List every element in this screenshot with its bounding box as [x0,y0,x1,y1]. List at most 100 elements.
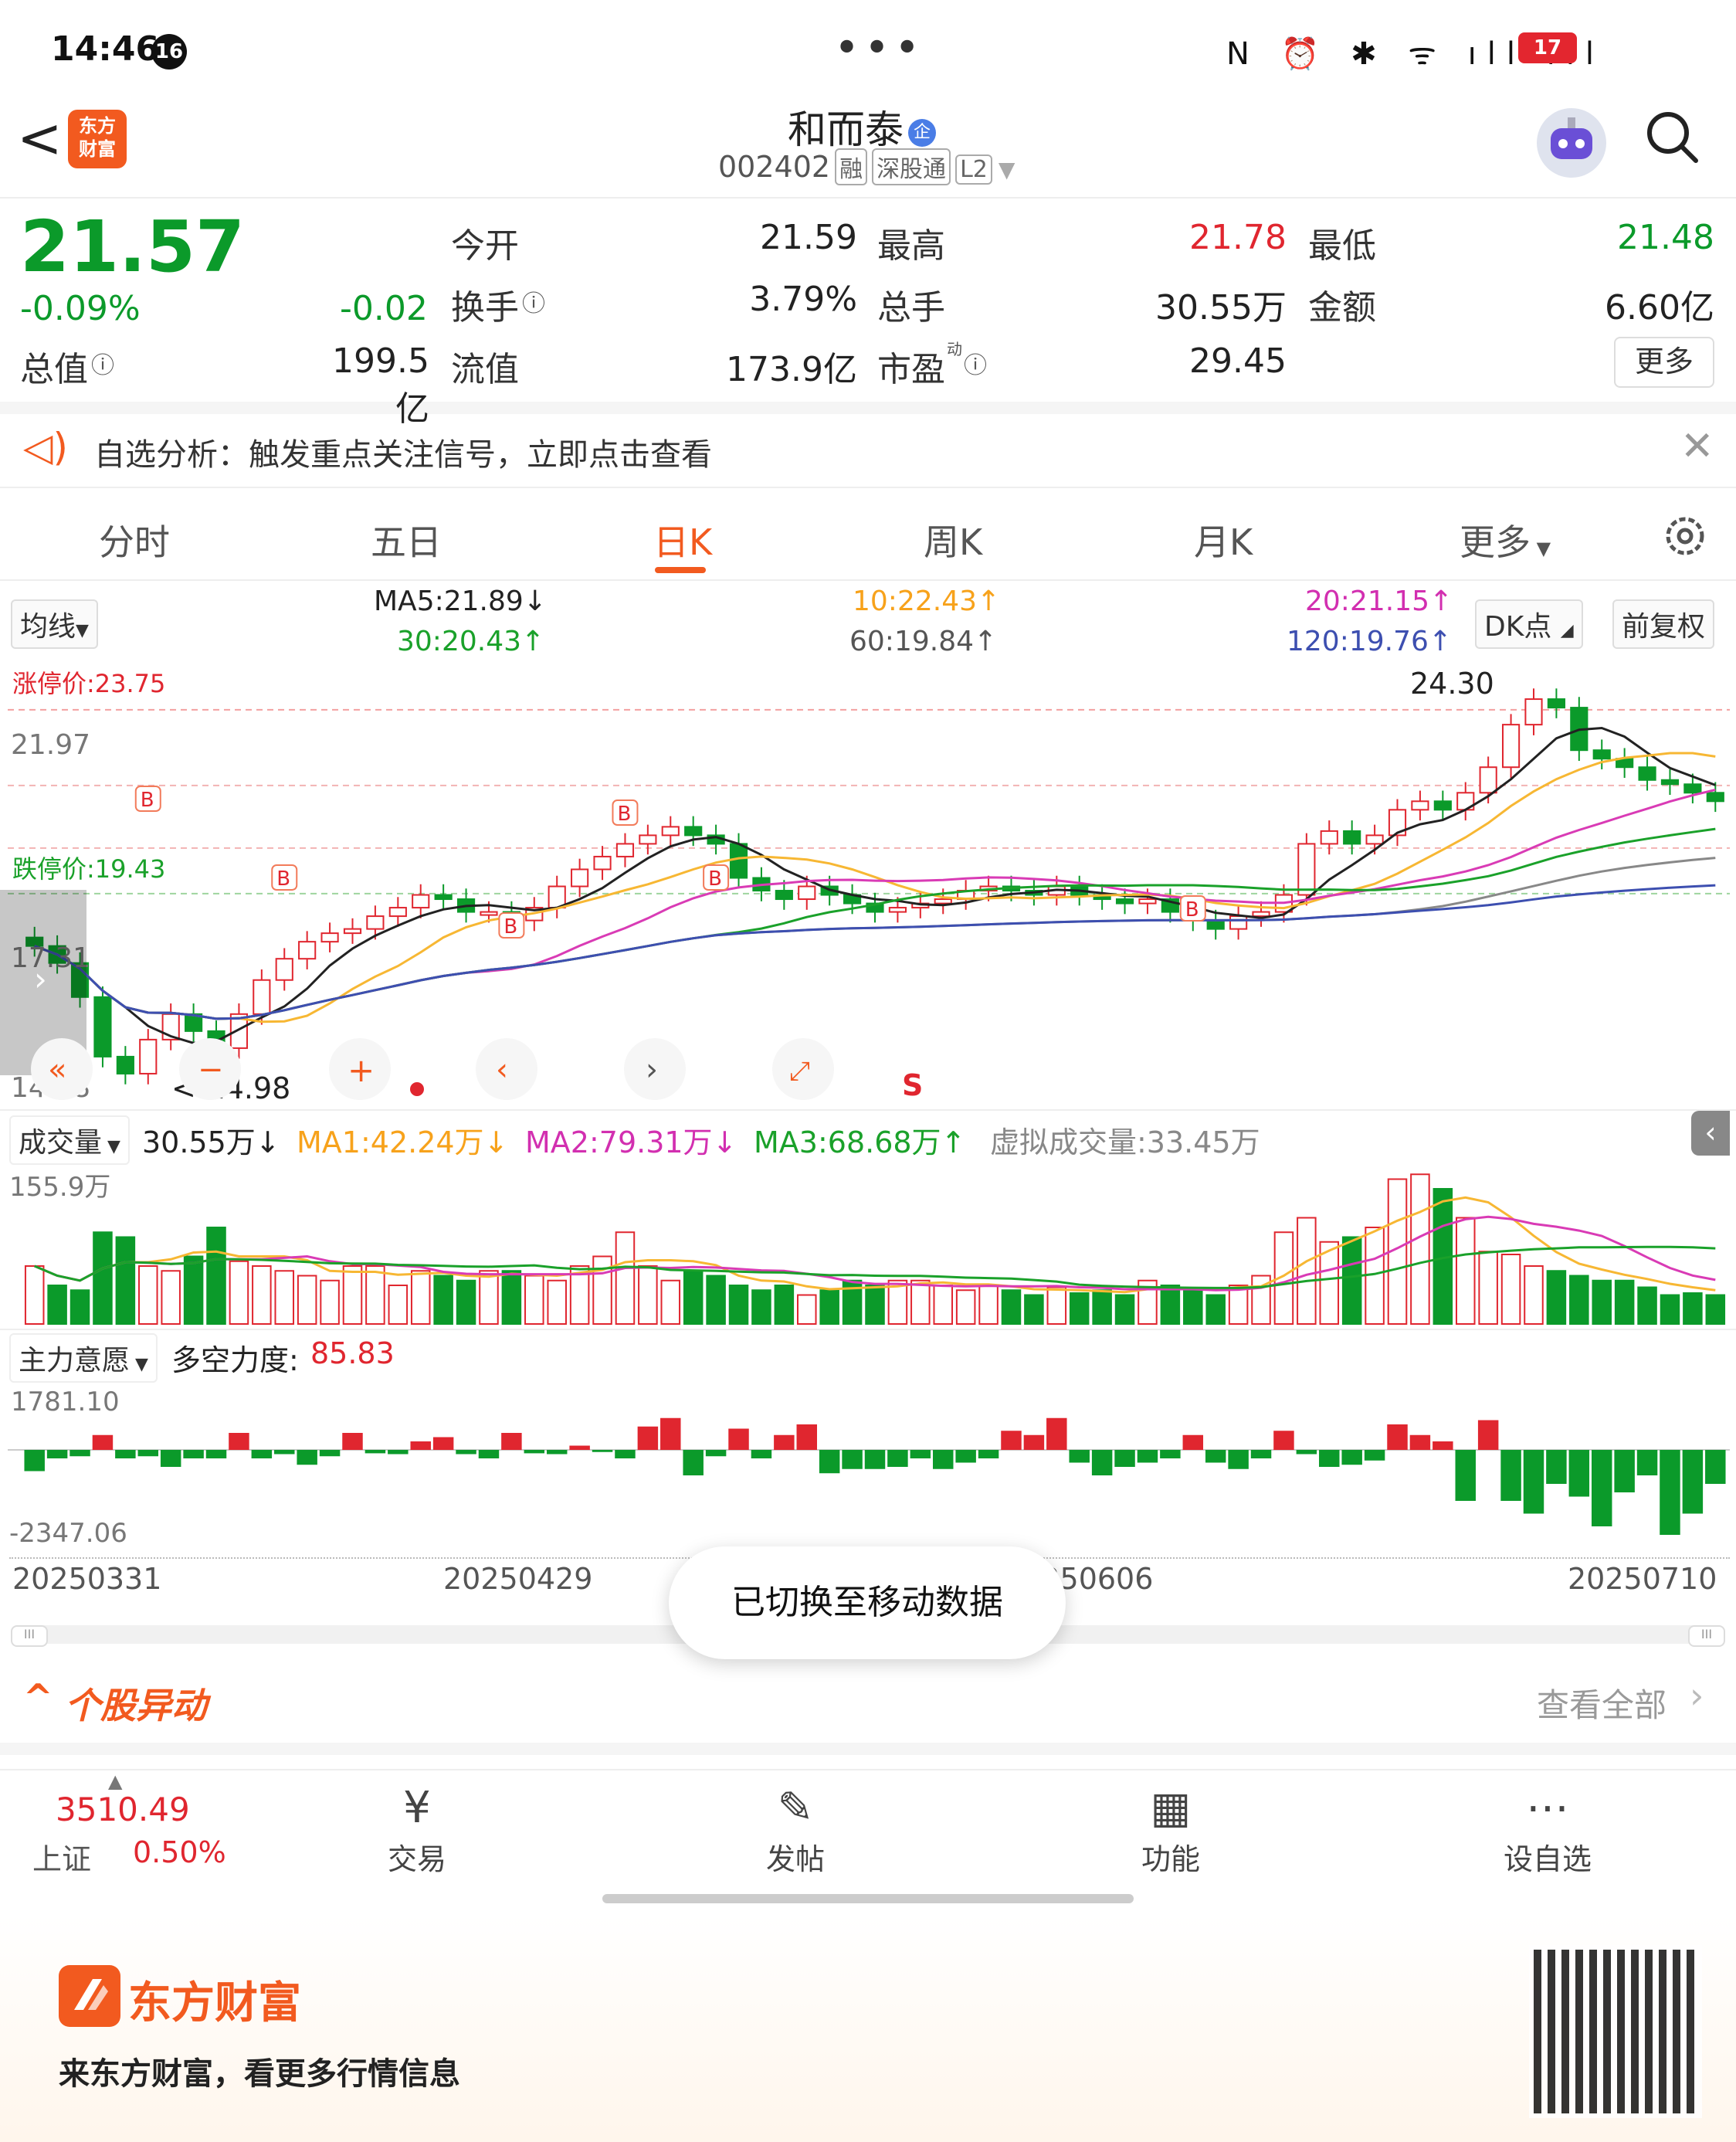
alert-banner[interactable]: ◁) 自选分析：触发重点关注信号，立即点击查看 ✕ [0,409,1736,488]
kline-chart[interactable]: BBBBBB 涨停价:23.75 跌停价:19.43 21.97 17.31 1… [0,666,1736,1106]
svg-text:B: B [276,867,290,891]
limit-up-label: 涨停价:23.75 [12,669,165,698]
nav-trade[interactable]: ¥ 交易 [340,1781,494,1878]
assistant-avatar[interactable] [1537,108,1606,178]
ma5-value: MA5:21.89↓ [374,586,547,617]
ma30-value: 30:20.43↑ [397,626,545,657]
chevron-up-icon[interactable]: ^ [23,1676,53,1718]
change-pct: -0.09% [20,289,141,328]
expand-icon: ⤢ [789,1056,810,1087]
label-amount: 金额 [1308,288,1376,328]
gear-icon[interactable] [1660,511,1710,561]
alert-text[interactable]: 自选分析：触发重点关注信号，立即点击查看 [94,429,712,474]
mainforce-label: 多空力度: [171,1343,299,1377]
sell-marker: S [902,1068,923,1102]
signal-marks: B B B B B B [134,786,1206,939]
nav-trade-label: 交易 [387,1842,446,1876]
mainforce-selector-label: 主力意愿 [19,1345,131,1377]
collapse-panel-icon[interactable]: ‹ [1691,1111,1730,1156]
svg-text:B: B [1185,898,1199,922]
chart-tabs: 分时 五日 日K 周K 月K 更多 ▼ [0,494,1736,581]
search-icon[interactable] [1645,110,1699,164]
tab-five-day[interactable]: 五日 [371,514,442,565]
high-marker: 24.30 [1410,667,1494,701]
home-indicator[interactable] [602,1894,1134,1903]
date-label-4: 20250710 [1568,1562,1717,1596]
nav-add-watch-label: 设自选 [1503,1842,1592,1876]
movement-section: ^ 个股异动 查看全部 › [0,1661,1736,1755]
mainforce-value: 85.83 [310,1336,395,1370]
volume-value: 30.55万↓ [142,1125,280,1159]
label-turnover: 换手 [451,288,519,328]
mainforce-min-label: -2347.06 [9,1518,127,1546]
scroll-handle-left[interactable]: III [11,1625,48,1647]
scroll-handle-right[interactable]: III [1688,1625,1725,1647]
tab-weekly-k[interactable]: 周K [924,514,982,565]
share-footer: 东方财富 来东方财富，看更多行情信息 [0,1914,1736,2142]
adjust-button[interactable]: 前复权 [1612,599,1715,649]
svg-text:B: B [141,789,154,812]
stock-code-line[interactable]: 002402 融深股通 L2 ▼ [718,148,1015,185]
triangle-down-icon: ▼ [102,1137,120,1156]
chevron-left-icon: ‹ [496,1052,508,1088]
ma60-value: 60:19.84↑ [849,626,998,657]
info-icon[interactable]: ⓘ [91,346,114,380]
stock-header: < 东方 财富 和而泰企 002402 融深股通 L2 ▼ [0,93,1736,199]
date-label-2: 20250429 [443,1562,593,1596]
tag-l2: L2 [955,154,992,185]
buy-marker: B [703,864,730,891]
mainforce-legend: 主力意愿 ▼ 多空力度: 85.83 [0,1329,1736,1383]
label-high: 最高 [877,226,945,266]
value-amount: 6.60亿 [1605,288,1714,328]
chevron-right-icon[interactable]: › [34,960,47,998]
ma-selector[interactable]: 均线▼ [11,599,98,649]
nav-add-watch[interactable]: ⋯ 设自选 [1470,1781,1625,1878]
mainforce-selector[interactable]: 主力意愿 ▼ [9,1333,158,1383]
last-price: 21.57 [20,205,246,288]
nav-post[interactable]: ✎ 发帖 [718,1781,873,1878]
vol-ma2: MA2:79.31万↓ [525,1125,737,1159]
index-value[interactable]: 3510.49 [56,1791,190,1828]
volume-selector[interactable]: 成交量 ▼ [9,1115,130,1165]
pe-dynamic-mark: 动 [947,340,962,358]
value-open: 21.59 [760,218,857,257]
trade-icon: ¥ [403,1783,431,1833]
dk-point-button[interactable]: DK点 ◢ [1475,599,1583,649]
buy-marker: B [271,864,298,891]
nav-function[interactable]: ▦ 功能 [1093,1781,1248,1878]
chevron-right-icon[interactable]: › [1690,1675,1704,1716]
tab-monthly-k[interactable]: 月K [1194,514,1253,565]
tab-intraday[interactable]: 分时 [99,514,170,565]
index-name: 上证 [32,1842,92,1876]
value-float-value: 173.9亿 [726,350,857,389]
nav-function-label: 功能 [1141,1842,1200,1876]
view-all-link[interactable]: 查看全部 [1537,1679,1666,1726]
label-pe: 市盈 [877,350,945,389]
speaker-icon: ◁) [23,425,68,470]
app-logo: 东方 财富 [68,110,127,168]
volume-max-label: 155.9万 [9,1172,110,1203]
value-volume: 30.55万 [1155,288,1287,328]
close-icon[interactable]: ✕ [1680,423,1714,470]
tab-more[interactable]: 更多 ▼ [1460,514,1551,565]
post-icon: ✎ [777,1783,814,1833]
tab-daily-k[interactable]: 日K [653,514,712,565]
volume-legend: 成交量 ▼ 30.55万↓ MA1:42.24万↓ MA2:79.31万↓ MA… [0,1109,1736,1165]
chevron-down-icon: ▼ [998,157,1015,182]
label-low: 最低 [1308,226,1376,266]
more-button[interactable]: 更多 [1614,337,1714,388]
more-icon: ⋯ [1526,1783,1569,1833]
brand-logo-icon [59,1965,120,2027]
bottom-nav: ▲ 3510.49 上证 0.50% ¥ 交易 ✎ 发帖 ▦ 功能 ⋯ 设自选 [0,1769,1736,1885]
back-icon[interactable]: < [17,107,63,170]
battery-icon: 17 [1518,32,1577,63]
info-icon[interactable]: ⓘ [522,284,545,318]
vol-ma1: MA1:42.24万↓ [297,1125,509,1159]
double-left-icon: « [48,1052,66,1088]
date-label-1: 20250331 [12,1562,162,1596]
value-low: 21.48 [1617,218,1714,257]
buy-marker: B [1179,895,1206,922]
buy-marker: B [134,786,161,812]
info-icon[interactable]: ⓘ [964,346,987,380]
brand-name: 东方财富 [128,1978,301,2028]
